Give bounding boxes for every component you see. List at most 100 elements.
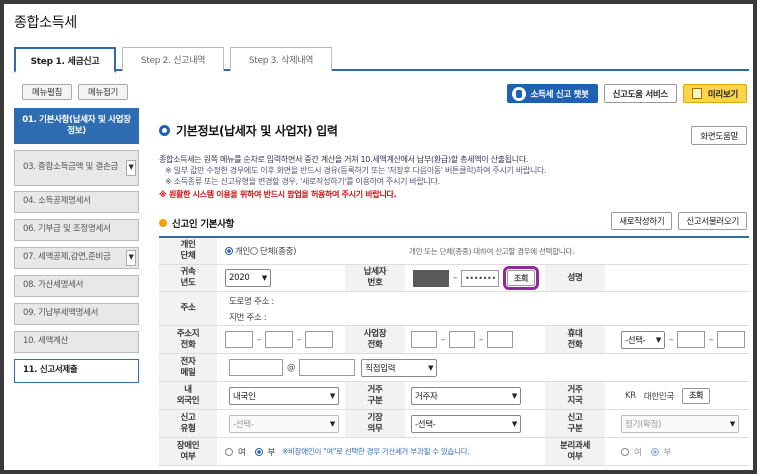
info-line: ※ 소득종류 또는 신고유형을 변경할 경우, '새로작성하기'를 이용하여 주… (165, 176, 440, 186)
nav-item-label: 07. 세액공제,감면,준비금 (23, 252, 111, 263)
nav-item-donation[interactable]: 06. 기부금 및 조정명세서 (14, 219, 139, 241)
biz-phone-2[interactable] (448, 331, 475, 348)
nationality-select[interactable]: 내국인 ▼ (229, 386, 339, 405)
nav-item-deduction[interactable]: 04. 소득공제명세서 (14, 191, 139, 213)
disabled-no-label: 부 (267, 447, 276, 458)
step-tabs: Step 1. 세금신고 Step 2. 신고내역 Step 3. 삭제내역 (14, 47, 749, 73)
load-form-button[interactable]: 신고서불러오기 (678, 212, 747, 230)
home-phone-3[interactable] (304, 331, 333, 348)
biz-phone-1[interactable] (411, 331, 437, 348)
bookkeeping-label: 기장 의무 (345, 410, 405, 437)
bookkeeping-select[interactable]: -선택- ▼ (411, 414, 521, 433)
memo-icon (691, 88, 702, 99)
form-row-nationality: 내 외국인 내국인 ▼ 거주 구분 거주자 ▼ 거주 지국 KR 대한민국 조회 (159, 382, 749, 410)
type-group-radio[interactable] (250, 247, 259, 255)
nav-item-label: 06. 기부금 및 조정명세서 (23, 224, 111, 235)
chatbot-button[interactable]: 소득세 신고 챗봇 (506, 84, 598, 103)
filing-type-value: -선택- (233, 419, 254, 430)
new-form-button[interactable]: 새로작성하기 (611, 212, 673, 230)
nationality-value: 내국인 (233, 391, 256, 402)
subsection-title: 신고인 기본사항 (159, 216, 234, 230)
taxid-label: 납세자 번호 (345, 265, 405, 291)
residence-select[interactable]: 거주자 ▼ (411, 386, 521, 405)
nav-item-basic-info[interactable]: 01. 기본사항(납세자 및 사업장정보) (14, 108, 139, 144)
help-service-button[interactable]: 신고도움 서비스 (603, 84, 677, 103)
home-phone-2[interactable] (264, 331, 293, 348)
tab-step1[interactable]: Step 1. 세금신고 (14, 47, 116, 73)
info-line: 종합소득세는 원쪽 메뉴를 순차로 입력하면서 중간 계산을 거쳐 10.세액계… (159, 155, 529, 164)
nav-item-prepaid[interactable]: 09. 기납부세액명세서 (14, 303, 139, 325)
taxid-front-field[interactable] (413, 269, 449, 287)
tab-step2[interactable]: Step 2. 신고내역 (122, 47, 224, 71)
home-phone-1[interactable] (225, 331, 253, 348)
filing-category-value: 정기(확정) (625, 419, 662, 430)
email-domain-select[interactable]: 직접입력 ▼ (361, 358, 438, 377)
email-id-field[interactable] (229, 359, 283, 376)
nav-item-penalty[interactable]: 08. 가산세명세서 (14, 275, 139, 297)
year-value: 2020 (229, 273, 250, 283)
name-label: 성명 (545, 265, 605, 291)
type-individual-radio[interactable] (225, 247, 233, 255)
form-row-filing: 신고 유형 -선택- ▼ 기장 의무 -선택- ▼ 신고 구분 정기(확정) ▼ (159, 410, 749, 438)
biz-phone-3[interactable] (486, 331, 513, 348)
page-title: 종합소득세 (14, 15, 77, 31)
nav-item-label: 08. 가산세명세서 (23, 280, 84, 291)
filing-type-select[interactable]: -선택- ▼ (229, 414, 339, 433)
separate-no-radio[interactable] (650, 447, 659, 456)
nav-item-label: 03. 종합소득금액 및 결손금 (23, 162, 119, 173)
menu-expand-button[interactable]: 메뉴펼침 (22, 84, 72, 100)
separate-no-label: 부 (663, 447, 672, 458)
residence-value: 거주자 (415, 391, 438, 402)
section-title: 기본정보(납세자 및 사업자) 입력 (159, 122, 338, 139)
country-label: 거주 지국 (545, 382, 605, 409)
chevron-down-icon[interactable]: ▼ (126, 160, 136, 176)
filing-type-label: 신고 유형 (159, 410, 217, 437)
screen-help-button[interactable]: 화면도움말 (691, 126, 747, 145)
taxpayer-form: 개인 단체 개인 단체(종중) 개인 또는 단체(종중) 대하여 신고할 경우에… (159, 236, 749, 466)
chevron-down-icon[interactable]: ▼ (126, 250, 136, 266)
road-address: 도로명 주소 : (229, 296, 274, 307)
separate-tax-label: 분리과세 여부 (545, 438, 605, 465)
mobile-prefix-select[interactable]: -선택- ▼ (621, 330, 665, 349)
tab-step3[interactable]: Step 3. 삭제내역 (230, 47, 332, 71)
disabled-no-radio[interactable] (254, 447, 263, 456)
chevron-down-icon: ▼ (261, 274, 267, 282)
address-label: 주소 (159, 292, 217, 325)
chevron-down-icon: ▼ (511, 419, 517, 428)
chevron-down-icon: ▼ (729, 419, 735, 428)
disabled-yes-radio[interactable] (225, 447, 233, 456)
type-options: 개인 단체(종중) (225, 238, 296, 264)
nav-item-tax-calc[interactable]: 10. 세액계산 (14, 331, 139, 353)
section-title-text: 기본정보(납세자 및 사업자) 입력 (176, 124, 338, 138)
mobile-3[interactable] (716, 331, 745, 348)
filing-category-select[interactable]: 정기(확정) ▼ (621, 414, 739, 433)
country-code: KR (625, 390, 636, 401)
nav-item-income[interactable]: 03. 종합소득금액 및 결손금 ▼ (14, 150, 139, 186)
chatbot-label: 소득세 신고 챗봇 (530, 89, 589, 100)
year-select[interactable]: 2020 ▼ (225, 269, 271, 287)
country-lookup-button[interactable]: 조회 (681, 387, 711, 404)
nav-item-label: 11. 신고서제출 (23, 365, 78, 376)
left-nav: 메뉴펼침 메뉴접기 01. 기본사항(납세자 및 사업장정보) 03. 종합소득… (14, 84, 139, 383)
email-domain-field[interactable] (299, 359, 356, 376)
taxid-lookup-button[interactable]: 조회 (502, 266, 540, 290)
mobile-prefix-value: -선택- (625, 335, 646, 346)
type-group-label: 단체(종중) (260, 247, 297, 257)
nav-item-credit[interactable]: 07. 세액공제,감면,준비금 ▼ (14, 247, 139, 269)
preview-button[interactable]: 미리보기 (682, 84, 747, 103)
chevron-down-icon: ▼ (655, 335, 661, 344)
separate-yes-radio[interactable] (621, 447, 629, 456)
form-row-address: 주소 도로명 주소 : 지번 주소 : (159, 292, 749, 326)
chatbot-icon (511, 86, 526, 101)
form-row-type: 개인 단체 개인 단체(종중) 개인 또는 단체(종중) 대하여 신고할 경우에… (159, 238, 749, 265)
lot-address: 지번 주소 : (229, 312, 267, 323)
separate-yes-label: 여 (634, 447, 642, 458)
nav-item-label: 09. 기납부세액명세서 (23, 308, 99, 319)
type-individual-label: 개인 (235, 247, 251, 257)
email-domain-value: 직접입력 (365, 363, 396, 374)
mobile-2[interactable] (676, 331, 705, 348)
form-row-email: 전자 메일 @ 직접입력 ▼ (159, 354, 749, 382)
nav-item-submit[interactable]: 11. 신고서제출 (14, 359, 139, 383)
menu-collapse-button[interactable]: 메뉴접기 (78, 84, 128, 100)
taxid-back-field[interactable]: ••••••• (460, 269, 499, 287)
